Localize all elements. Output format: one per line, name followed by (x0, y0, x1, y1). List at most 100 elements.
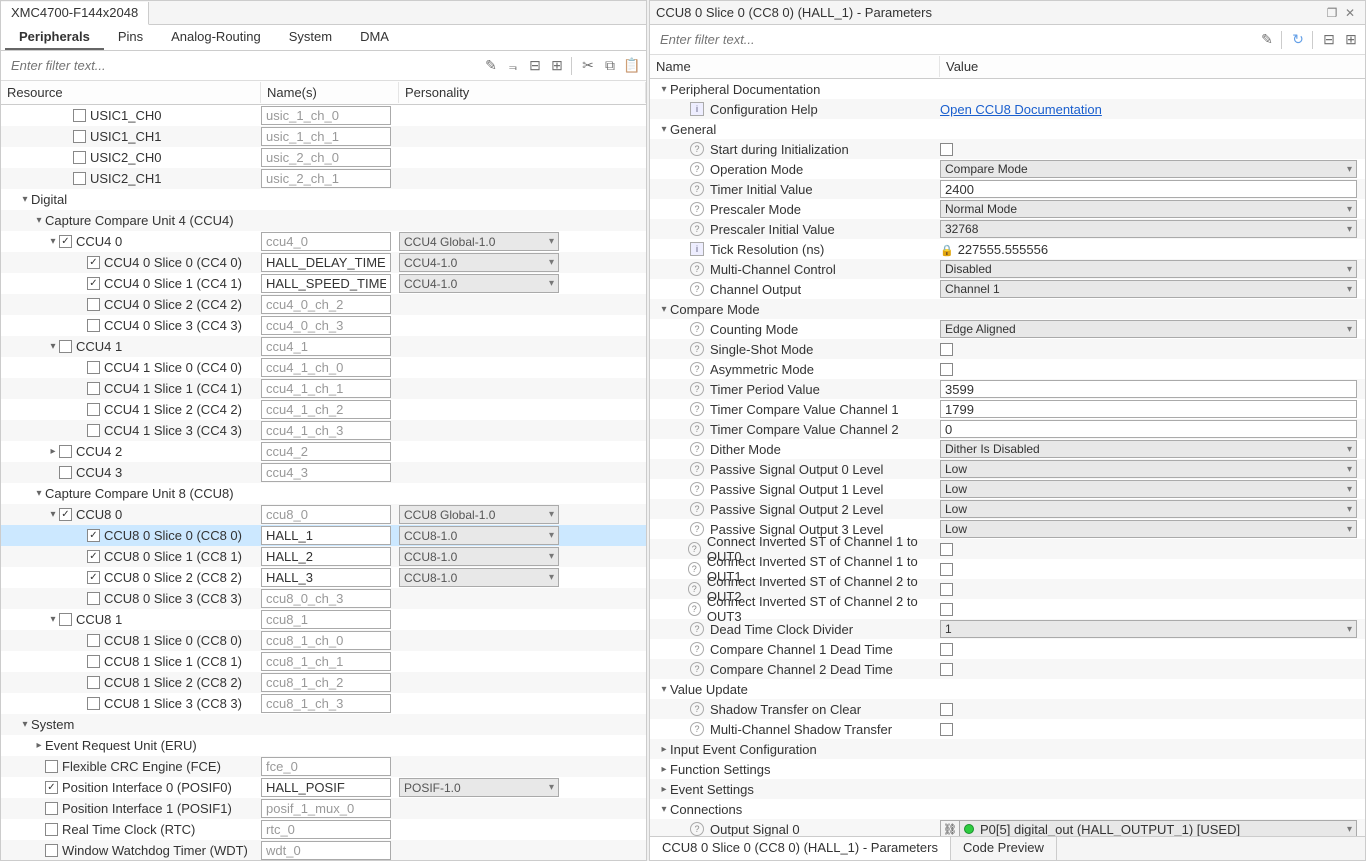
expander-icon[interactable]: ▸ (33, 740, 45, 751)
name-input[interactable] (261, 253, 391, 272)
help-icon[interactable]: ? (690, 182, 704, 196)
tree-row[interactable]: ▸Event Request Unit (ERU) (1, 735, 646, 756)
help-icon[interactable]: ? (690, 462, 704, 476)
checkbox[interactable] (87, 655, 100, 668)
param-row[interactable]: ?Start during Initialization (650, 139, 1365, 159)
personality-select[interactable]: POSIF-1.0 (399, 778, 559, 797)
expander-icon[interactable]: ▾ (33, 215, 45, 226)
tree-row[interactable]: ▾CCU8 1 (1, 609, 646, 630)
personality-select[interactable]: CCU8-1.0 (399, 526, 559, 545)
checkbox[interactable] (45, 781, 58, 794)
param-select[interactable]: Normal Mode (940, 200, 1357, 218)
checkbox[interactable] (45, 802, 58, 815)
help-icon[interactable]: ? (690, 702, 704, 716)
edit-icon[interactable]: ✎ (1257, 30, 1277, 50)
tree-row[interactable]: CCU4 0 Slice 2 (CC4 2) (1, 294, 646, 315)
param-row[interactable]: ?Timer Period Value (650, 379, 1365, 399)
param-row[interactable]: ▸ Function Settings (650, 759, 1365, 779)
param-row[interactable]: ?Dither ModeDither Is Disabled (650, 439, 1365, 459)
param-row[interactable]: ?Shadow Transfer on Clear (650, 699, 1365, 719)
help-icon[interactable]: ? (690, 822, 704, 836)
collapse-icon[interactable]: ⊟ (525, 56, 545, 76)
param-row[interactable]: ▾ General (650, 119, 1365, 139)
checkbox[interactable] (87, 319, 100, 332)
param-checkbox[interactable] (940, 583, 953, 596)
copy-icon[interactable]: ⧉ (600, 56, 620, 76)
name-input[interactable] (261, 274, 391, 293)
doc-link[interactable]: Open CCU8 Documentation (940, 102, 1102, 117)
name-input[interactable] (261, 106, 391, 125)
name-input[interactable] (261, 421, 391, 440)
checkbox[interactable] (59, 508, 72, 521)
checkbox[interactable] (59, 445, 72, 458)
name-input[interactable] (261, 337, 391, 356)
name-input[interactable] (261, 694, 391, 713)
name-input[interactable] (261, 442, 391, 461)
param-input[interactable] (940, 180, 1357, 198)
subtab-dma[interactable]: DMA (346, 25, 403, 50)
checkbox[interactable] (87, 298, 100, 311)
param-select[interactable]: Low (940, 500, 1357, 518)
tree-row[interactable]: USIC1_CH0 (1, 105, 646, 126)
param-select[interactable]: Low (940, 520, 1357, 538)
resource-tree[interactable]: USIC1_CH0USIC1_CH1USIC2_CH0USIC2_CH1▾Dig… (1, 105, 646, 860)
name-input[interactable] (261, 673, 391, 692)
name-input[interactable] (261, 169, 391, 188)
help-icon[interactable]: ? (690, 382, 704, 396)
tree-row[interactable]: CCU8 1 Slice 0 (CC8 0) (1, 630, 646, 651)
name-input[interactable] (261, 589, 391, 608)
name-input[interactable] (261, 568, 391, 587)
subtab-system[interactable]: System (275, 25, 346, 50)
link-icon[interactable]: ⛓ (940, 820, 960, 836)
help-icon[interactable]: ? (690, 422, 704, 436)
tree-row[interactable]: CCU4 0 Slice 0 (CC4 0)CCU4-1.0 (1, 252, 646, 273)
name-input[interactable] (261, 778, 391, 797)
param-row[interactable]: iTick Resolution (ns)🔒227555.555556 (650, 239, 1365, 259)
checkbox[interactable] (87, 256, 100, 269)
param-row[interactable]: ?Counting ModeEdge Aligned (650, 319, 1365, 339)
param-checkbox[interactable] (940, 143, 953, 156)
param-row[interactable]: ▾ Compare Mode (650, 299, 1365, 319)
param-row[interactable]: ?Passive Signal Output 2 LevelLow (650, 499, 1365, 519)
tree-row[interactable]: ▾Capture Compare Unit 8 (CCU8) (1, 483, 646, 504)
filter-input[interactable] (5, 55, 479, 77)
param-checkbox[interactable] (940, 603, 953, 616)
checkbox[interactable] (87, 529, 100, 542)
param-row[interactable]: ?Connect Inverted ST of Channel 2 to OUT… (650, 599, 1365, 619)
tree-row[interactable]: CCU4 1 Slice 1 (CC4 1) (1, 378, 646, 399)
name-input[interactable] (261, 799, 391, 818)
param-row[interactable]: ?Single-Shot Mode (650, 339, 1365, 359)
personality-select[interactable]: CCU4-1.0 (399, 274, 559, 293)
param-row[interactable]: ?Compare Channel 2 Dead Time (650, 659, 1365, 679)
name-input[interactable] (261, 316, 391, 335)
param-checkbox[interactable] (940, 543, 953, 556)
name-input[interactable] (261, 400, 391, 419)
help-icon[interactable]: ? (690, 502, 704, 516)
name-input[interactable] (261, 127, 391, 146)
param-row[interactable]: ?Passive Signal Output 1 LevelLow (650, 479, 1365, 499)
personality-select[interactable]: CCU8-1.0 (399, 547, 559, 566)
param-row[interactable]: ▾ Connections (650, 799, 1365, 819)
tree-row[interactable]: USIC2_CH0 (1, 147, 646, 168)
col-resource[interactable]: Resource (1, 82, 261, 103)
param-row[interactable]: ?Timer Initial Value (650, 179, 1365, 199)
tree-row[interactable]: CCU4 1 Slice 0 (CC4 0) (1, 357, 646, 378)
help-icon[interactable]: ? (688, 602, 701, 616)
tree-row[interactable]: CCU4 0 Slice 3 (CC4 3) (1, 315, 646, 336)
checkbox[interactable] (73, 109, 86, 122)
param-row[interactable]: ?Timer Compare Value Channel 1 (650, 399, 1365, 419)
name-input[interactable] (261, 295, 391, 314)
name-input[interactable] (261, 379, 391, 398)
param-checkbox[interactable] (940, 363, 953, 376)
tree-row[interactable]: Position Interface 0 (POSIF0)POSIF-1.0 (1, 777, 646, 798)
help-icon[interactable]: ? (690, 482, 704, 496)
tree-row[interactable]: CCU4 0 Slice 1 (CC4 1)CCU4-1.0 (1, 273, 646, 294)
tree-row[interactable]: CCU8 1 Slice 2 (CC8 2) (1, 672, 646, 693)
expander-icon[interactable]: ▾ (658, 684, 670, 695)
paste-icon[interactable]: 📋 (622, 56, 642, 76)
params-list[interactable]: ▾ Peripheral DocumentationiConfiguration… (650, 79, 1365, 836)
name-input[interactable] (261, 652, 391, 671)
expander-icon[interactable]: ▾ (33, 488, 45, 499)
tree-row[interactable]: ▾Digital (1, 189, 646, 210)
help-icon[interactable]: ? (690, 402, 704, 416)
